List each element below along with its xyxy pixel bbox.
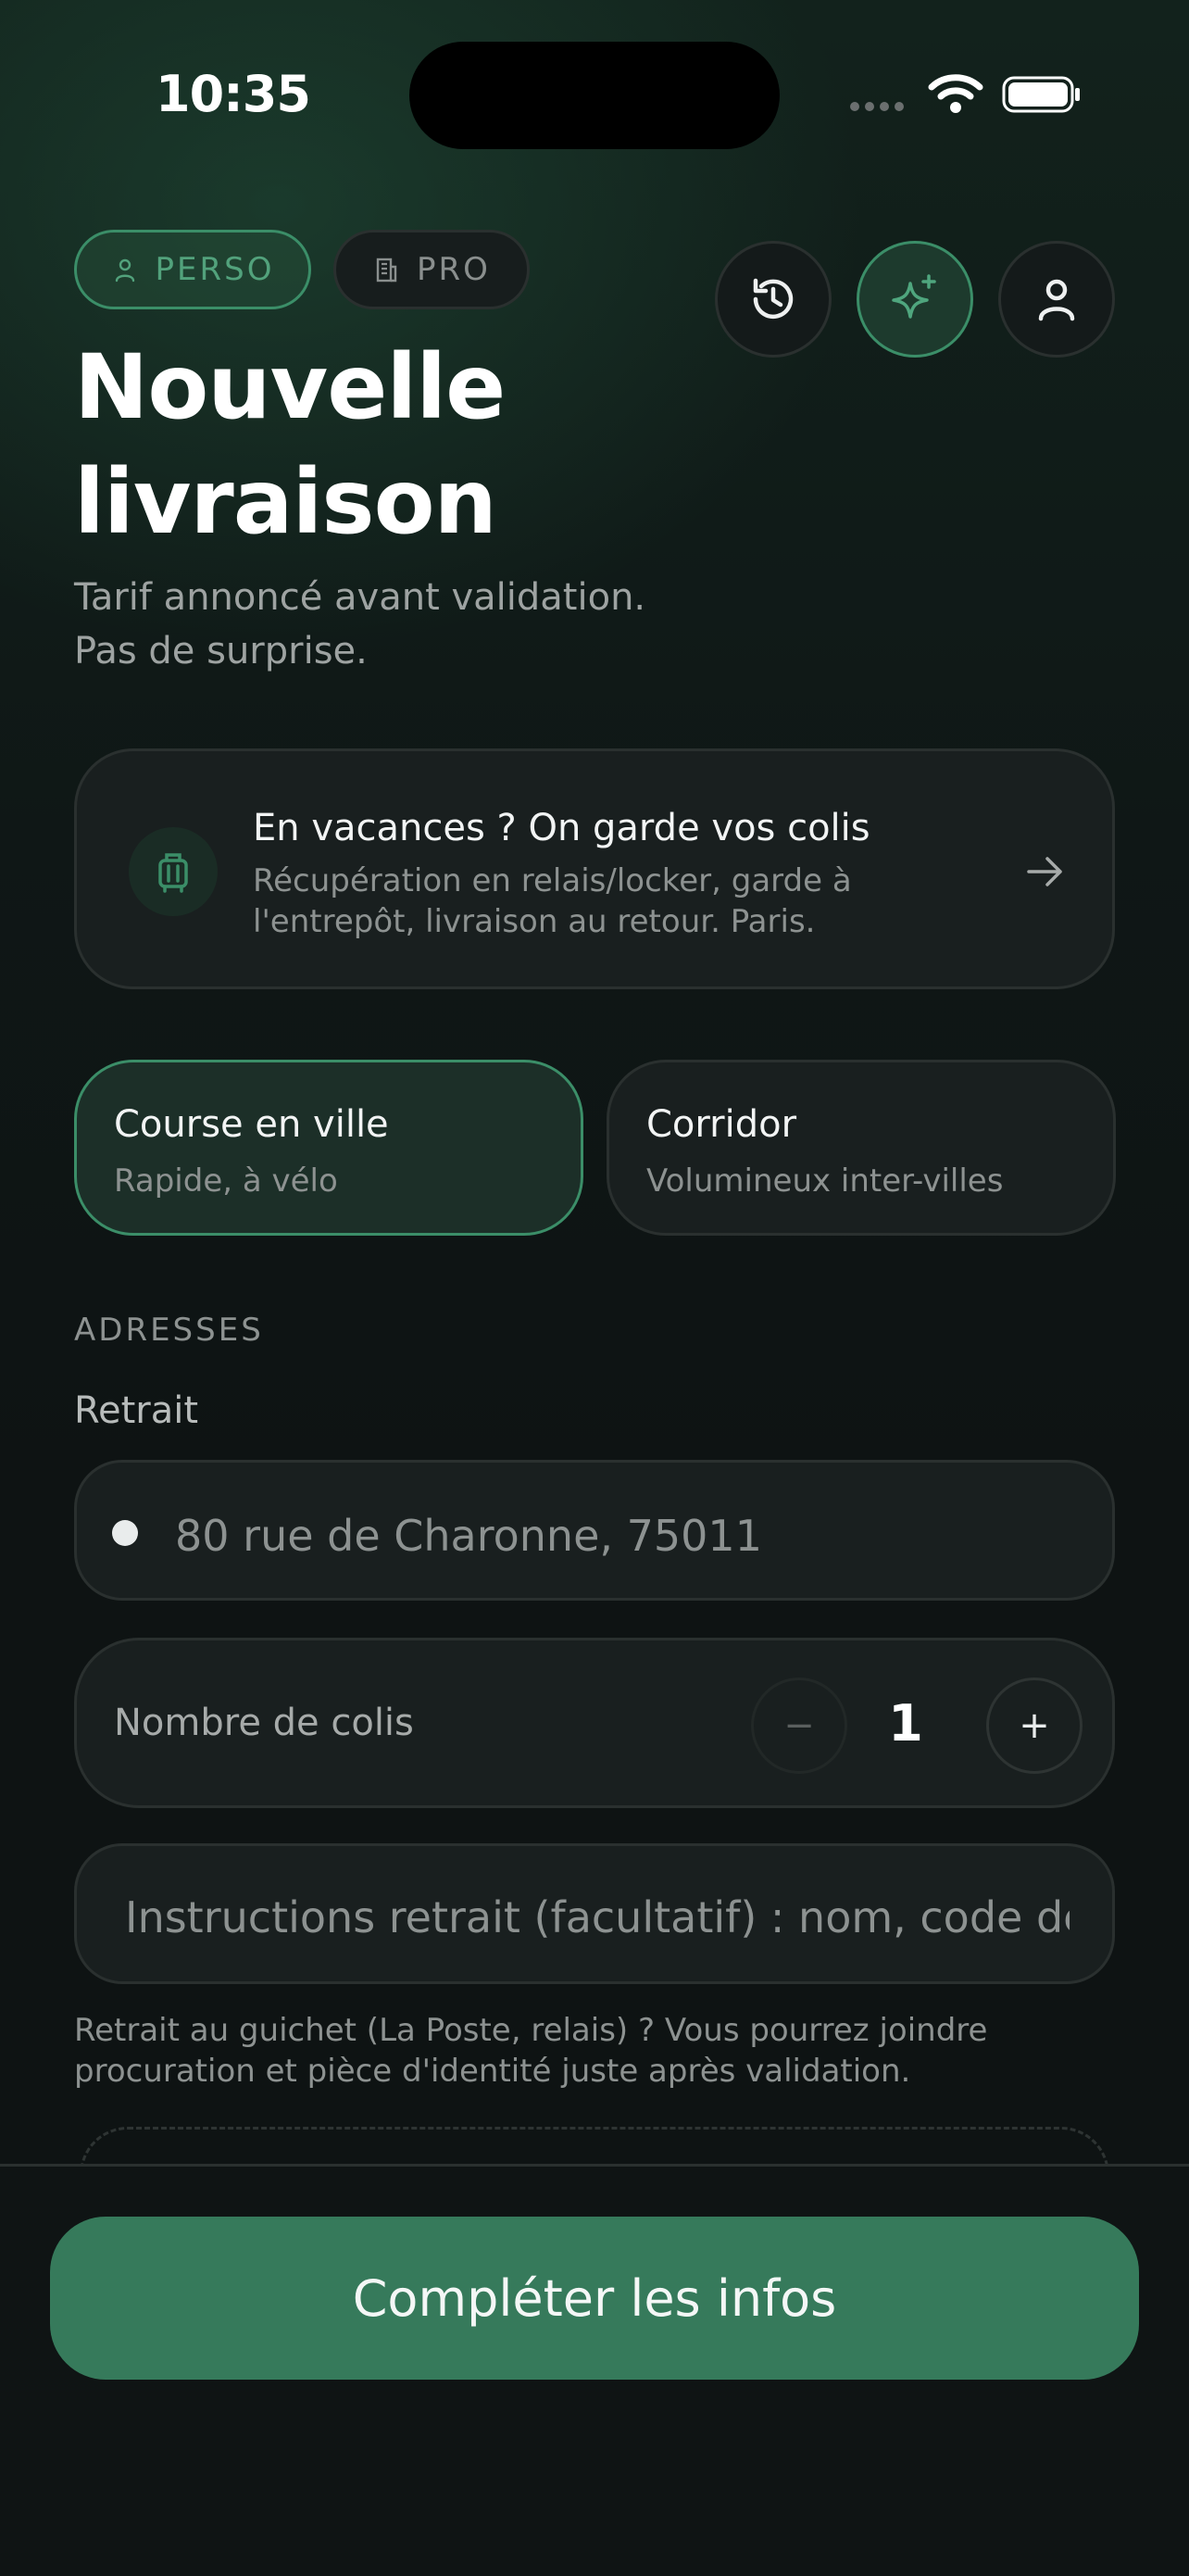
mode-title: Course en ville: [114, 1103, 389, 1146]
location-dot-icon: [112, 1520, 138, 1546]
pickup-help-text: Retrait au guichet (La Poste, relais) ? …: [74, 2012, 988, 2090]
mode-subtitle: Volumineux inter-villes: [646, 1162, 1004, 1200]
tab-pro[interactable]: PRO: [333, 230, 530, 309]
pickup-instructions-field[interactable]: Instructions retrait (facultatif) : nom,…: [74, 1843, 1115, 1984]
mode-corridor[interactable]: Corridor Volumineux inter-villes: [607, 1060, 1116, 1236]
mode-subtitle: Rapide, à vélo: [114, 1162, 338, 1200]
user-icon: [1038, 279, 1075, 321]
section-label-addresses: ADRESSES: [74, 1312, 264, 1349]
dynamic-island: [409, 42, 780, 149]
battery-icon: [1002, 76, 1080, 113]
account-button[interactable]: [998, 241, 1115, 358]
vacation-hold-card[interactable]: En vacances ? On garde vos colis Récupér…: [74, 748, 1115, 989]
pickup-address-value: 80 rue de Charonne, 75011: [175, 1511, 762, 1561]
page-title: Nouvelle livraison: [74, 335, 506, 554]
pickup-instructions-placeholder: Instructions retrait (facultatif) : nom,…: [125, 1892, 1070, 1942]
status-time: 10:35: [156, 65, 311, 123]
mode-title: Corridor: [646, 1103, 797, 1146]
tab-perso-label: PERSO: [155, 251, 275, 288]
history-icon: [753, 278, 794, 320]
vacation-card-description: Récupération en relais/locker, garde à l…: [253, 862, 852, 940]
wifi-icon: [928, 74, 983, 113]
pickup-label: Retrait: [74, 1389, 199, 1432]
history-button[interactable]: [715, 241, 832, 358]
cellular-signal-icon: [850, 102, 907, 115]
luggage-icon: [129, 827, 218, 916]
parcel-count-value: 1: [888, 1694, 923, 1753]
decrement-button[interactable]: −: [751, 1678, 847, 1774]
parcel-count-label: Nombre de colis: [114, 1702, 414, 1744]
tab-pro-label: PRO: [417, 251, 491, 288]
increment-button[interactable]: +: [986, 1678, 1083, 1774]
complete-info-button[interactable]: Compléter les infos: [50, 2217, 1139, 2380]
vacation-card-title: En vacances ? On garde vos colis: [253, 807, 870, 849]
tab-perso[interactable]: PERSO: [74, 230, 311, 309]
ai-assistant-button[interactable]: [857, 241, 973, 358]
pickup-address-field[interactable]: 80 rue de Charonne, 75011: [74, 1460, 1115, 1601]
page-subtitle: Tarif annoncé avant validation. Pas de s…: [74, 576, 646, 672]
bottom-action-bar: Compléter les infos: [0, 2164, 1189, 2576]
arrow-right-icon: [1027, 857, 1062, 886]
parcel-count-stepper: Nombre de colis − 1 +: [74, 1638, 1115, 1808]
sparkle-icon: [892, 274, 936, 319]
user-icon: [115, 258, 134, 283]
mode-course-en-ville[interactable]: Course en ville Rapide, à vélo: [74, 1060, 583, 1236]
building-icon: [376, 258, 397, 283]
